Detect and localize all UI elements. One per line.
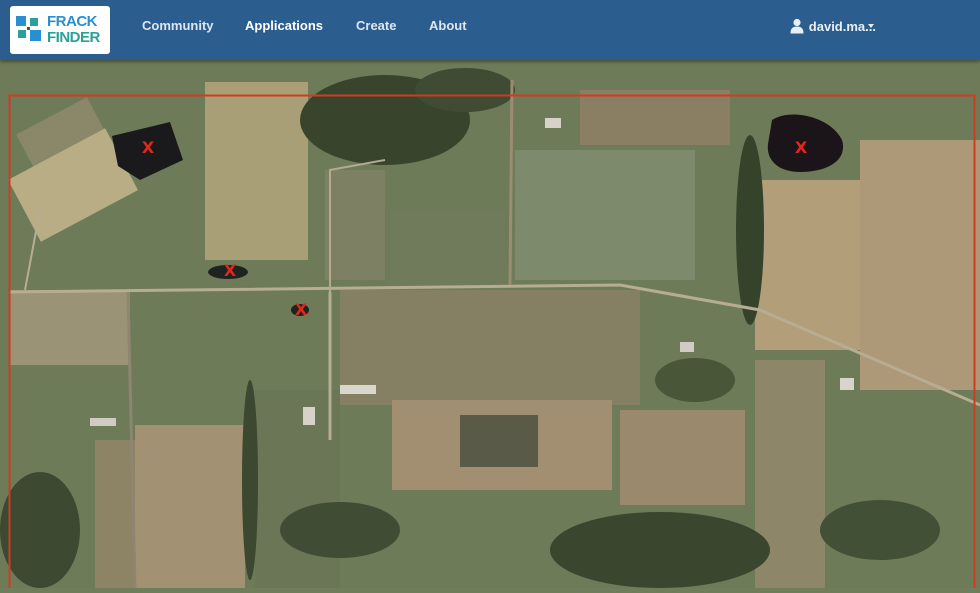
nav-about[interactable]: About <box>429 18 467 33</box>
field <box>340 290 640 405</box>
well-marker-x[interactable]: X <box>293 302 309 318</box>
user-name: david.ma... <box>808 18 876 34</box>
top-navbar: FRACK FINDER Community Applications Crea… <box>0 0 980 60</box>
caret-down-icon[interactable] <box>868 24 874 28</box>
field <box>205 82 308 260</box>
field <box>95 440 135 588</box>
tree-cover <box>820 500 940 560</box>
well-marker-x[interactable]: X <box>140 140 156 156</box>
nav-applications[interactable]: Applications <box>245 18 323 33</box>
field <box>390 210 505 290</box>
field <box>755 180 875 350</box>
pond-pad <box>460 415 538 467</box>
tree-cover <box>550 512 770 588</box>
well-marker-x[interactable]: X <box>222 263 238 279</box>
building <box>680 342 694 352</box>
user-icon <box>790 18 804 34</box>
satellite-map[interactable]: X X X X <box>0 60 980 593</box>
well-marker-x[interactable]: X <box>793 140 809 156</box>
tree-cover <box>0 472 80 588</box>
tree-cover <box>280 502 400 558</box>
road <box>508 79 514 286</box>
tree-cover <box>415 68 515 112</box>
building <box>840 378 854 390</box>
tree-cover <box>242 380 258 580</box>
nav-community[interactable]: Community <box>142 18 214 33</box>
field <box>135 425 245 588</box>
building <box>340 385 376 394</box>
logo-line-2: FINDER <box>47 29 100 46</box>
user-menu[interactable]: david.ma... <box>790 18 876 34</box>
field <box>580 90 730 145</box>
field <box>620 410 745 505</box>
tree-cover <box>736 135 764 325</box>
frack-finder-logo[interactable]: FRACK FINDER <box>10 6 110 54</box>
field <box>10 290 130 365</box>
logo-wordmark: FRACK FINDER <box>47 14 100 46</box>
building <box>303 407 315 425</box>
nav-create[interactable]: Create <box>356 18 396 33</box>
fracktracker-squares-icon <box>16 16 41 41</box>
field <box>860 140 980 390</box>
building <box>545 118 561 128</box>
field <box>255 390 340 588</box>
field <box>515 150 695 280</box>
building <box>90 418 116 426</box>
logo-line-1: FRACK <box>47 13 97 30</box>
field <box>325 170 385 280</box>
tree-cover <box>655 358 735 402</box>
